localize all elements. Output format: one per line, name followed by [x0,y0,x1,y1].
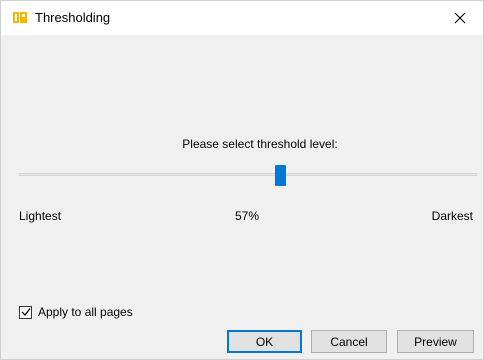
darkest-label: Darkest [431,209,473,223]
thresholding-dialog: Thresholding Please select threshold lev… [0,0,484,360]
apply-all-pages-label: Apply to all pages [38,305,133,319]
window-title: Thresholding [35,10,111,25]
checkmark-icon [21,308,31,316]
slider-thumb[interactable] [275,165,286,186]
preview-button[interactable]: Preview [397,330,474,353]
apply-all-pages-checkbox[interactable] [19,305,32,319]
apply-all-pages-checkbox-row[interactable]: Apply to all pages [19,305,133,319]
close-button[interactable] [437,1,483,35]
threshold-value: 57% [234,209,260,223]
threshold-slider[interactable] [19,165,477,187]
close-icon [454,12,466,24]
slider-track[interactable] [19,173,477,176]
ok-button[interactable]: OK [227,330,302,353]
app-logo-icon [13,12,27,23]
cancel-button[interactable]: Cancel [311,330,387,353]
threshold-prompt: Please select threshold level: [182,137,338,151]
title-bar: Thresholding [1,1,483,35]
